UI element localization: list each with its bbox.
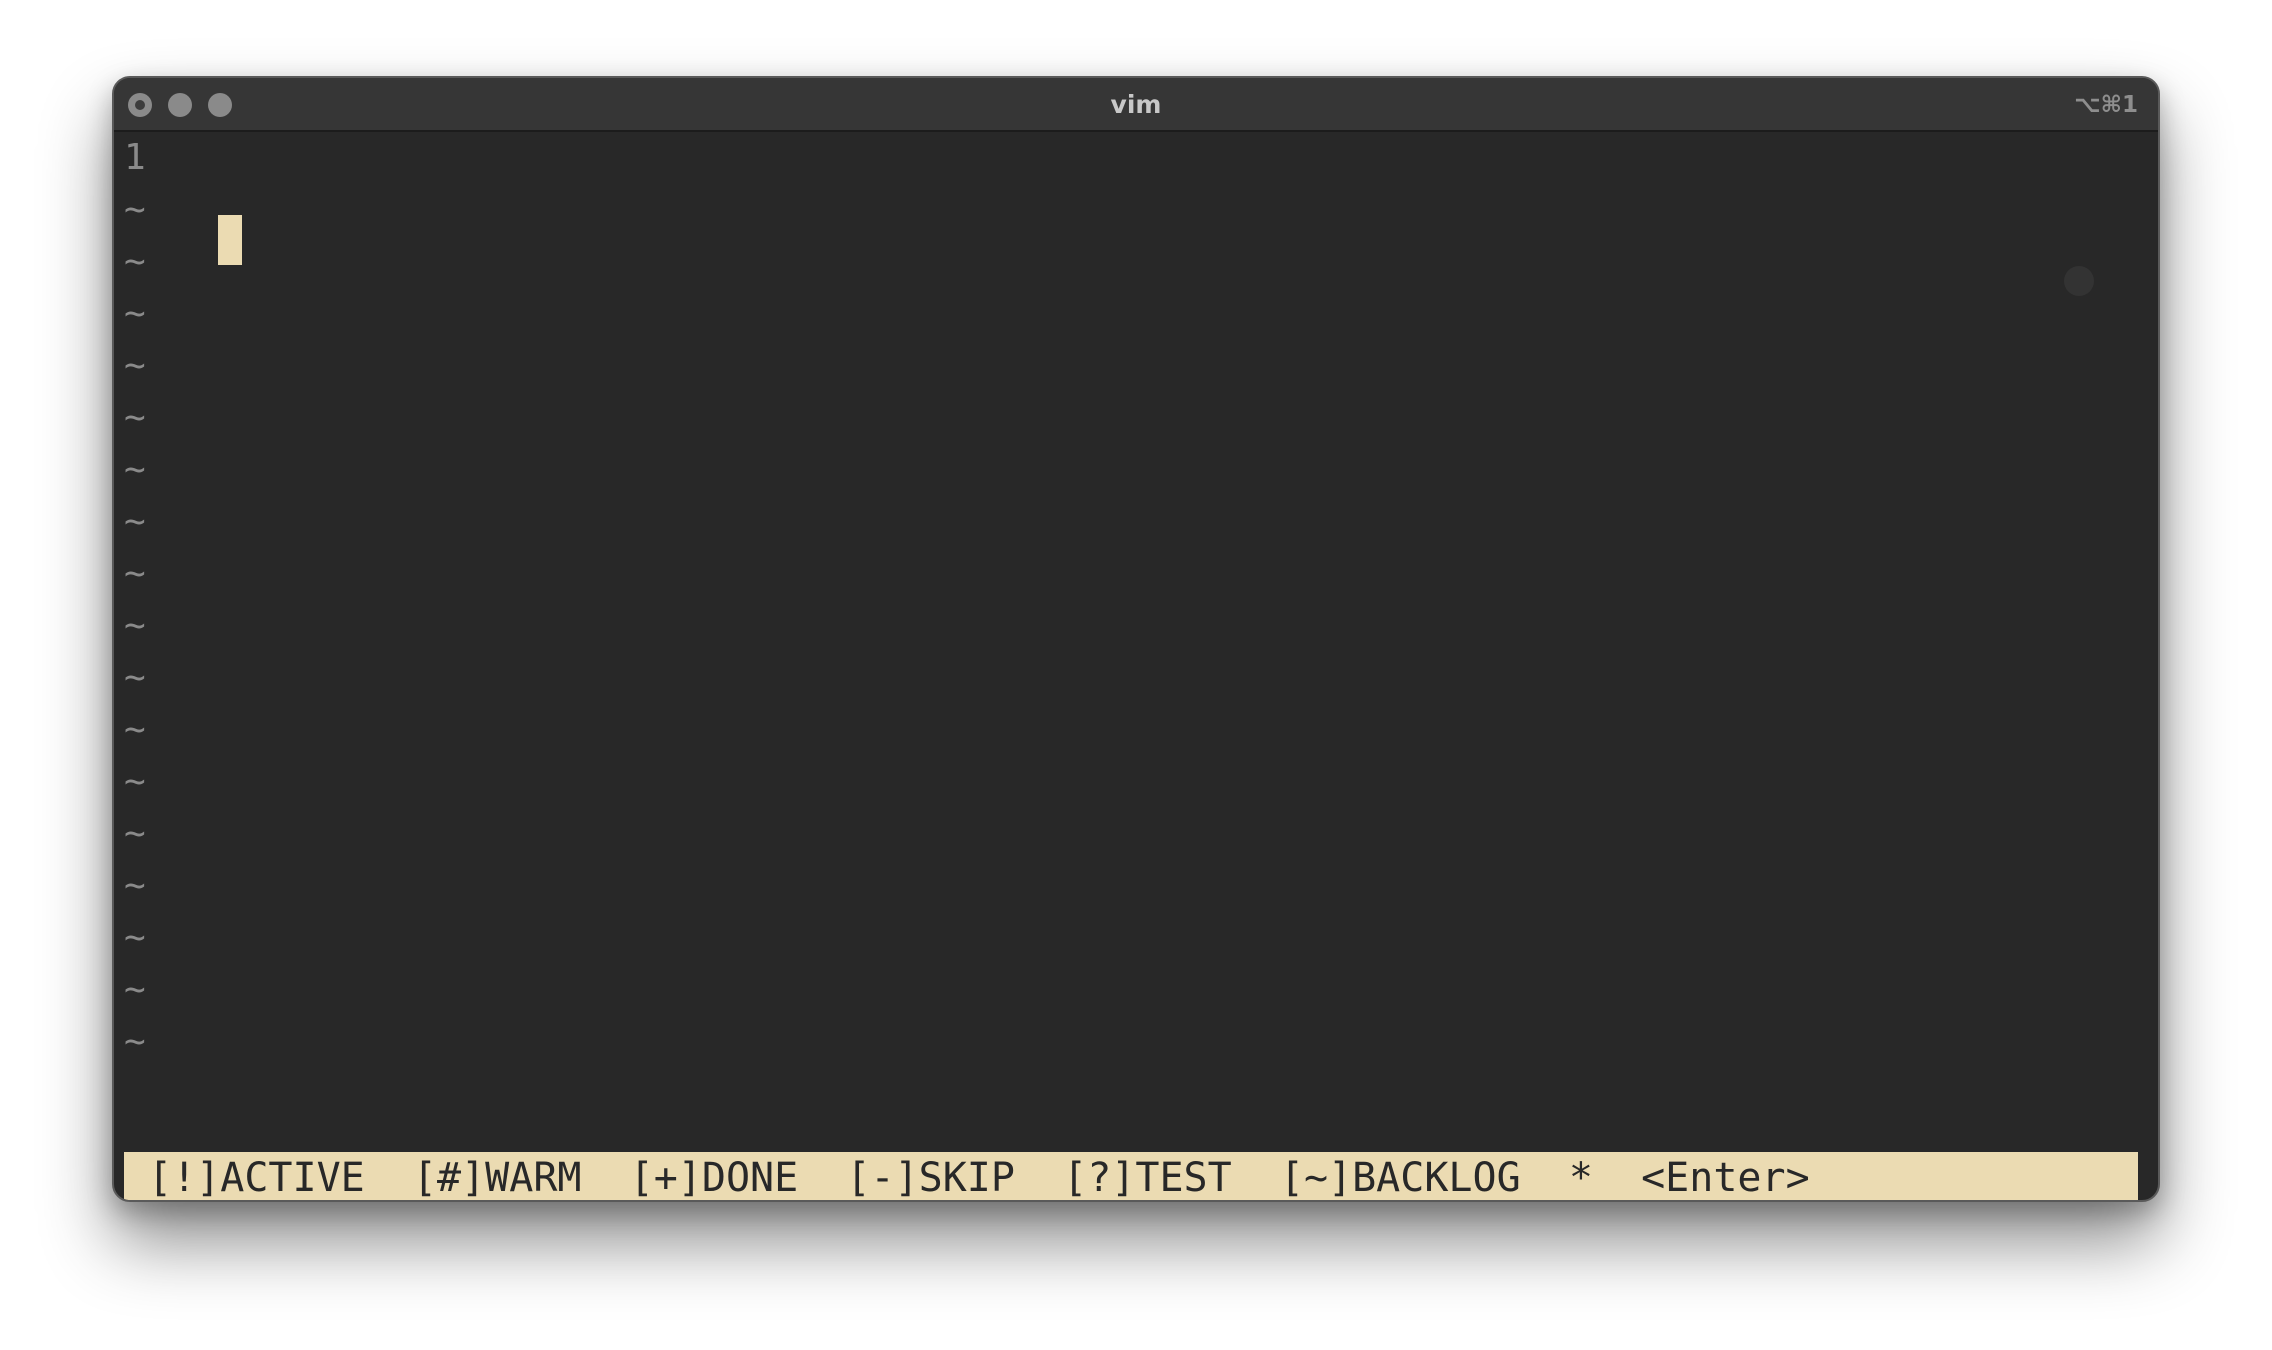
tilde-line: ~ [124, 449, 146, 490]
line-number: 1 [124, 137, 146, 178]
tilde-line: ~ [124, 189, 146, 230]
tilde-line: ~ [124, 501, 146, 542]
terminal-window: vim ⌥⌘1 1 ~ ~ ~ ~ ~ ~ ~ ~ ~ ~ ~ ~ ~ ~ ~ ~ ~ [!]ACTIVE [#… [112, 76, 2160, 1202]
scroll-indicator [2064, 266, 2094, 296]
tilde-line: ~ [124, 1021, 146, 1062]
tilde-line: ~ [124, 709, 146, 750]
tilde-line: ~ [124, 917, 146, 958]
tilde-line: ~ [124, 241, 146, 282]
tilde-line: ~ [124, 397, 146, 438]
tilde-lines: ~ ~ ~ ~ ~ ~ ~ ~ ~ ~ ~ ~ ~ ~ ~ ~ ~ [124, 184, 146, 1068]
text-cursor [218, 215, 242, 265]
status-line: [!]ACTIVE [#]WARM [+]DONE [-]SKIP [?]TES… [124, 1152, 2138, 1200]
tilde-line: ~ [124, 293, 146, 334]
line-gutter: 1 ~ ~ ~ ~ ~ ~ ~ ~ ~ ~ ~ ~ ~ ~ ~ ~ ~ [124, 132, 146, 1068]
tilde-line: ~ [124, 657, 146, 698]
tilde-line: ~ [124, 969, 146, 1010]
vim-editor[interactable]: 1 ~ ~ ~ ~ ~ ~ ~ ~ ~ ~ ~ ~ ~ ~ ~ ~ ~ [114, 132, 2158, 1200]
window-title: vim [1110, 90, 1162, 119]
window-shortcut: ⌥⌘1 [2074, 92, 2138, 118]
title-bar: vim ⌥⌘1 [114, 78, 2158, 132]
tilde-line: ~ [124, 345, 146, 386]
tilde-line: ~ [124, 813, 146, 854]
tilde-line: ~ [124, 553, 146, 594]
tilde-line: ~ [124, 605, 146, 646]
tilde-line: ~ [124, 761, 146, 802]
tilde-line: ~ [124, 865, 146, 906]
